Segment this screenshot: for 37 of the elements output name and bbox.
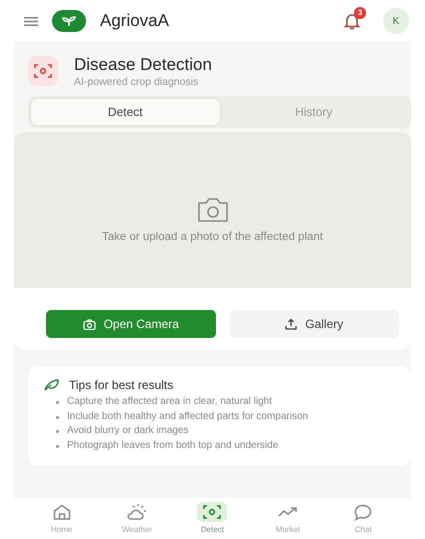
nav-item[interactable]: Chat [334, 502, 392, 539]
trend-icon [278, 506, 298, 518]
open-camera-button[interactable]: Open Camera [46, 310, 216, 338]
bullet-icon [56, 444, 59, 448]
bullet-icon [56, 401, 59, 404]
tip-text: Photograph leaves from both top and underside [67, 440, 278, 452]
camera-icon [82, 318, 96, 330]
nav-item[interactable]: Detect [183, 502, 242, 539]
camera-icon [196, 197, 230, 223]
tip-text: Include both healthy and affected parts for comparison [67, 410, 308, 423]
nav-item[interactable]: Market [258, 502, 317, 539]
scan-icon [203, 505, 222, 519]
bullet-icon [56, 430, 59, 433]
scan-icon [28, 56, 58, 86]
home-icon [52, 504, 71, 520]
nav-item[interactable]: Home [32, 502, 91, 539]
page-subtitle: AI-powered crop diagnosis [74, 76, 200, 88]
leaf-icon [44, 379, 59, 391]
photo-drop-area[interactable]: Take or upload a photo of the affected plant [14, 132, 411, 288]
app-name: AgriovaA [100, 11, 170, 31]
page-title: Disease Detection [74, 54, 212, 74]
tip-text: Avoid blurry or dark images [67, 425, 189, 438]
tips-title: Tips for best results [69, 378, 174, 392]
user-avatar[interactable]: K [383, 8, 409, 34]
gallery-button[interactable]: Gallery [230, 310, 399, 338]
upload-icon [285, 318, 298, 330]
tab[interactable]: Detect [31, 99, 220, 125]
tab[interactable]: History [220, 99, 408, 125]
upload-prompt: Take or upload a photo of the affected plant [102, 231, 323, 243]
nav-item[interactable]: Weather [108, 502, 166, 539]
notification-badge: 3 [354, 7, 366, 19]
logo-icon [52, 10, 86, 32]
weather-icon [126, 503, 148, 521]
menu-icon[interactable] [24, 16, 38, 26]
chat-icon [354, 504, 372, 520]
tip-text: Capture the affected area in clear, natural light [67, 396, 272, 408]
bullet-icon [56, 416, 59, 418]
